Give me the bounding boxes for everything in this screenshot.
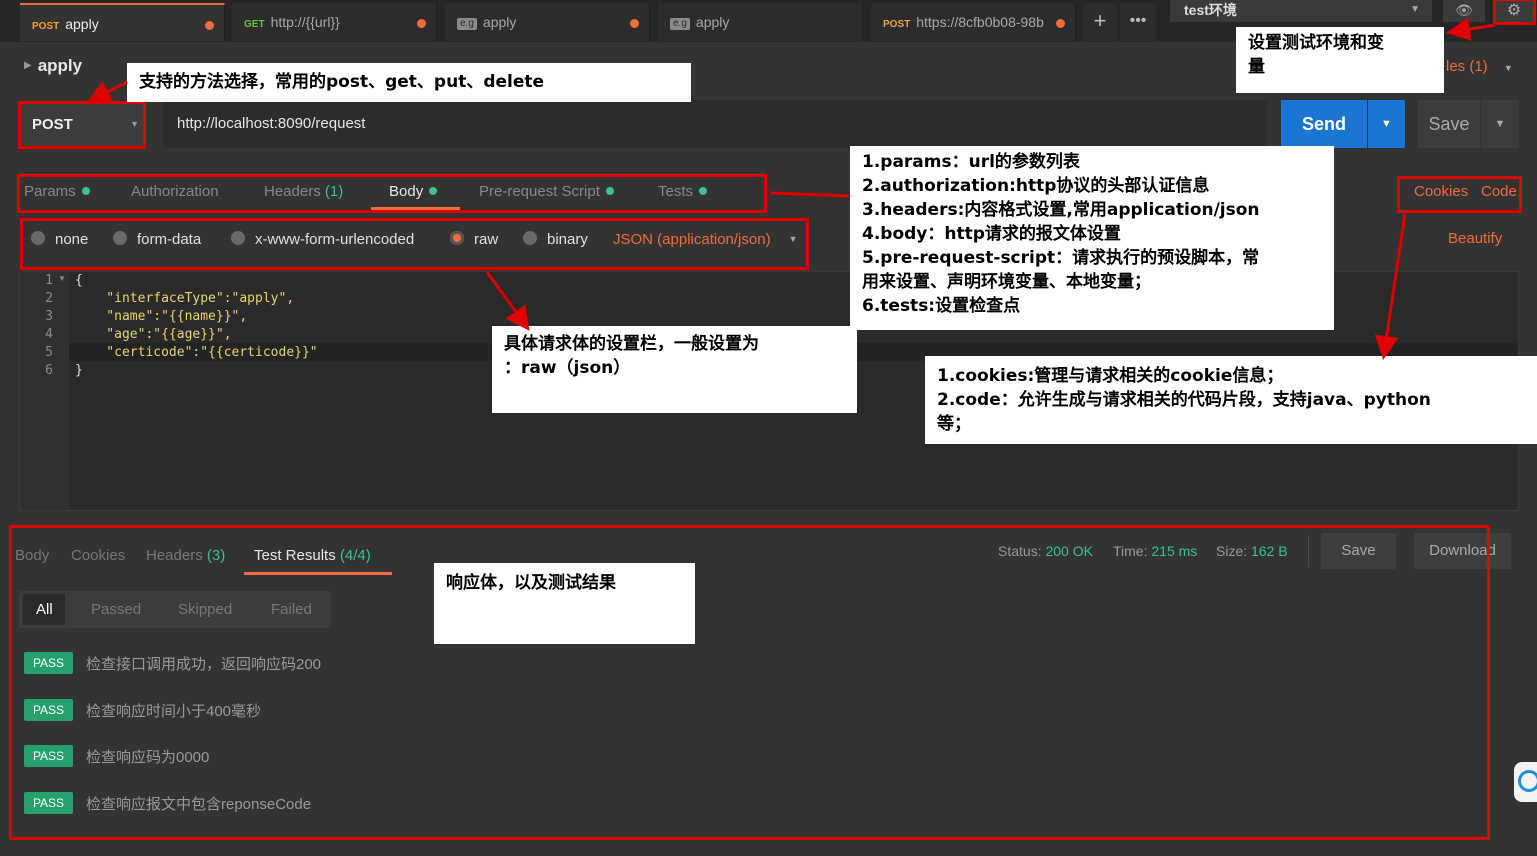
example-icon: e.g [457, 18, 477, 30]
tab-label: apply [482, 14, 517, 30]
unsaved-dot-icon [1056, 19, 1065, 28]
highlight-request-tabs [17, 174, 767, 213]
arrow-tabs [769, 191, 850, 198]
method-label: POST [883, 19, 911, 30]
note-response: 响应体，以及测试结果 [434, 563, 695, 644]
line-number: 3 [45, 309, 53, 324]
tab-request-2[interactable]: GET http://{{url}} [232, 3, 437, 41]
tab-label: apply [65, 16, 99, 32]
line-gutter [20, 272, 69, 510]
caret-right-icon: ▶ [24, 60, 32, 71]
request-name: apply [37, 56, 83, 75]
method-label: POST [32, 21, 60, 32]
code-line: "name":"{{name}}", [75, 309, 248, 324]
plus-icon[interactable]: + [1083, 3, 1117, 41]
line-number: 1 [45, 273, 53, 288]
line-number: 4 [45, 327, 53, 342]
more-icon[interactable]: ••• [1120, 3, 1156, 41]
save-button[interactable]: Save [1418, 100, 1480, 148]
unsaved-dot-icon [630, 19, 639, 28]
tab-label: apply [695, 14, 730, 30]
examples-link[interactable]: les (1) ▼ [1446, 58, 1513, 75]
note-body: 具体请求体的设置栏，一般设置为 ：raw（json） [492, 326, 857, 413]
chevron-down-icon: ▼ [1503, 63, 1513, 73]
beautify-link[interactable]: Beautify [1448, 230, 1502, 247]
eye-icon[interactable]: 👁 [1443, 0, 1485, 22]
tab-label: http://{{url}} [270, 14, 340, 30]
note-environment: 设置测试环境和变 量 [1236, 27, 1444, 93]
arrow-method [86, 80, 128, 103]
chevron-down-icon: ▼ [1410, 4, 1420, 15]
tab-example-1[interactable]: e.g apply [445, 3, 650, 41]
side-widget[interactable] [1514, 762, 1537, 802]
send-options-chevron-icon[interactable]: ▼ [1368, 100, 1405, 148]
url-input[interactable]: http://localhost:8090/request [163, 100, 1267, 148]
highlight-gear [1493, 0, 1536, 25]
tab-example-2[interactable]: e.g apply [658, 3, 863, 41]
method-label: GET [244, 19, 265, 30]
examples-label: les (1) [1446, 58, 1488, 75]
tab-label: https://8cfb0b08-98b [916, 14, 1044, 30]
line-number: 6 [45, 363, 53, 378]
save-options-chevron-icon[interactable]: ▼ [1481, 100, 1519, 148]
code-line: "age":"{{age}}", [75, 327, 232, 342]
request-title[interactable]: ▶ apply [24, 56, 82, 76]
code-line: { [75, 273, 83, 288]
remote-icon [1518, 770, 1537, 792]
fold-icon[interactable]: ▼ [58, 274, 66, 283]
tab-request-3[interactable]: POST https://8cfb0b08-98b [871, 3, 1076, 41]
highlight-method [18, 101, 146, 149]
note-request-tabs: 1.params：url的参数列表 2.authorization:http协议… [850, 146, 1334, 330]
environment-label: test环境 [1184, 2, 1237, 18]
highlight-cookies-code [1397, 176, 1522, 213]
highlight-response [9, 525, 1490, 840]
code-line: "certicode":"{{certicode}}" [75, 345, 318, 360]
example-icon: e.g [670, 18, 690, 30]
tab-request-1[interactable]: POST apply [20, 3, 225, 41]
send-button[interactable]: Send [1281, 100, 1367, 148]
unsaved-dot-icon [205, 21, 214, 30]
note-method: 支持的方法选择，常用的post、get、put、delete [127, 63, 691, 102]
line-number: 5 [45, 345, 53, 360]
environment-select[interactable]: test环境 ▼ [1170, 0, 1432, 22]
highlight-body-types [20, 218, 809, 270]
code-line: } [75, 363, 83, 378]
code-line: "interfaceType":"apply", [75, 291, 295, 306]
unsaved-dot-icon [417, 19, 426, 28]
line-number: 2 [45, 291, 53, 306]
note-cookies-code: 1.cookies:管理与请求相关的cookie信息； 2.code：允许生成与… [925, 356, 1537, 444]
